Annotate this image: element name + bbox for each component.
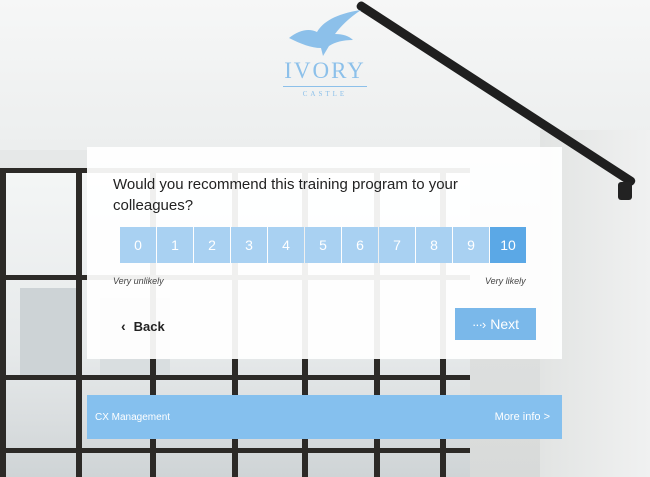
footer-bar: CX Management More info > [87,395,562,439]
ellipsis-arrow-icon: ···› [471,316,486,332]
scale-option-5[interactable]: 5 [305,227,341,263]
back-label: Back [133,318,165,334]
question-text: Would you recommend this training progra… [113,176,458,214]
scale-option-2[interactable]: 2 [194,227,230,263]
bird-icon [289,10,361,56]
pipe-joint [618,182,632,200]
survey-card: Would you recommend this training progra… [87,147,562,359]
scale-option-6[interactable]: 6 [342,227,378,263]
back-button[interactable]: ‹ Back [121,318,165,334]
scale-option-1[interactable]: 1 [157,227,193,263]
logo-subtitle: CASTLE [302,90,348,98]
logo-divider [283,86,367,87]
more-info-link[interactable]: More info > [495,411,550,423]
scale-option-7[interactable]: 7 [379,227,415,263]
scale-option-10[interactable]: 10 [490,227,526,263]
brand-logo: IVORY CASTLE [270,8,380,98]
scale-option-9[interactable]: 9 [453,227,489,263]
next-label: Next [490,316,520,332]
footer-brand-text: CX Management [95,412,171,423]
scale-option-3[interactable]: 3 [231,227,267,263]
next-button[interactable]: ···› Next [455,308,536,340]
scale-option-0[interactable]: 0 [120,227,156,263]
scale-low-label: Very unlikely [113,276,164,286]
logo-name: IVORY [284,58,366,83]
scale-option-4[interactable]: 4 [268,227,304,263]
scale-option-8[interactable]: 8 [416,227,452,263]
scale-high-label: Very likely [485,276,526,286]
nps-scale: 0 1 2 3 4 5 6 7 8 9 10 [120,227,527,263]
chevron-left-icon: ‹ [121,318,126,334]
